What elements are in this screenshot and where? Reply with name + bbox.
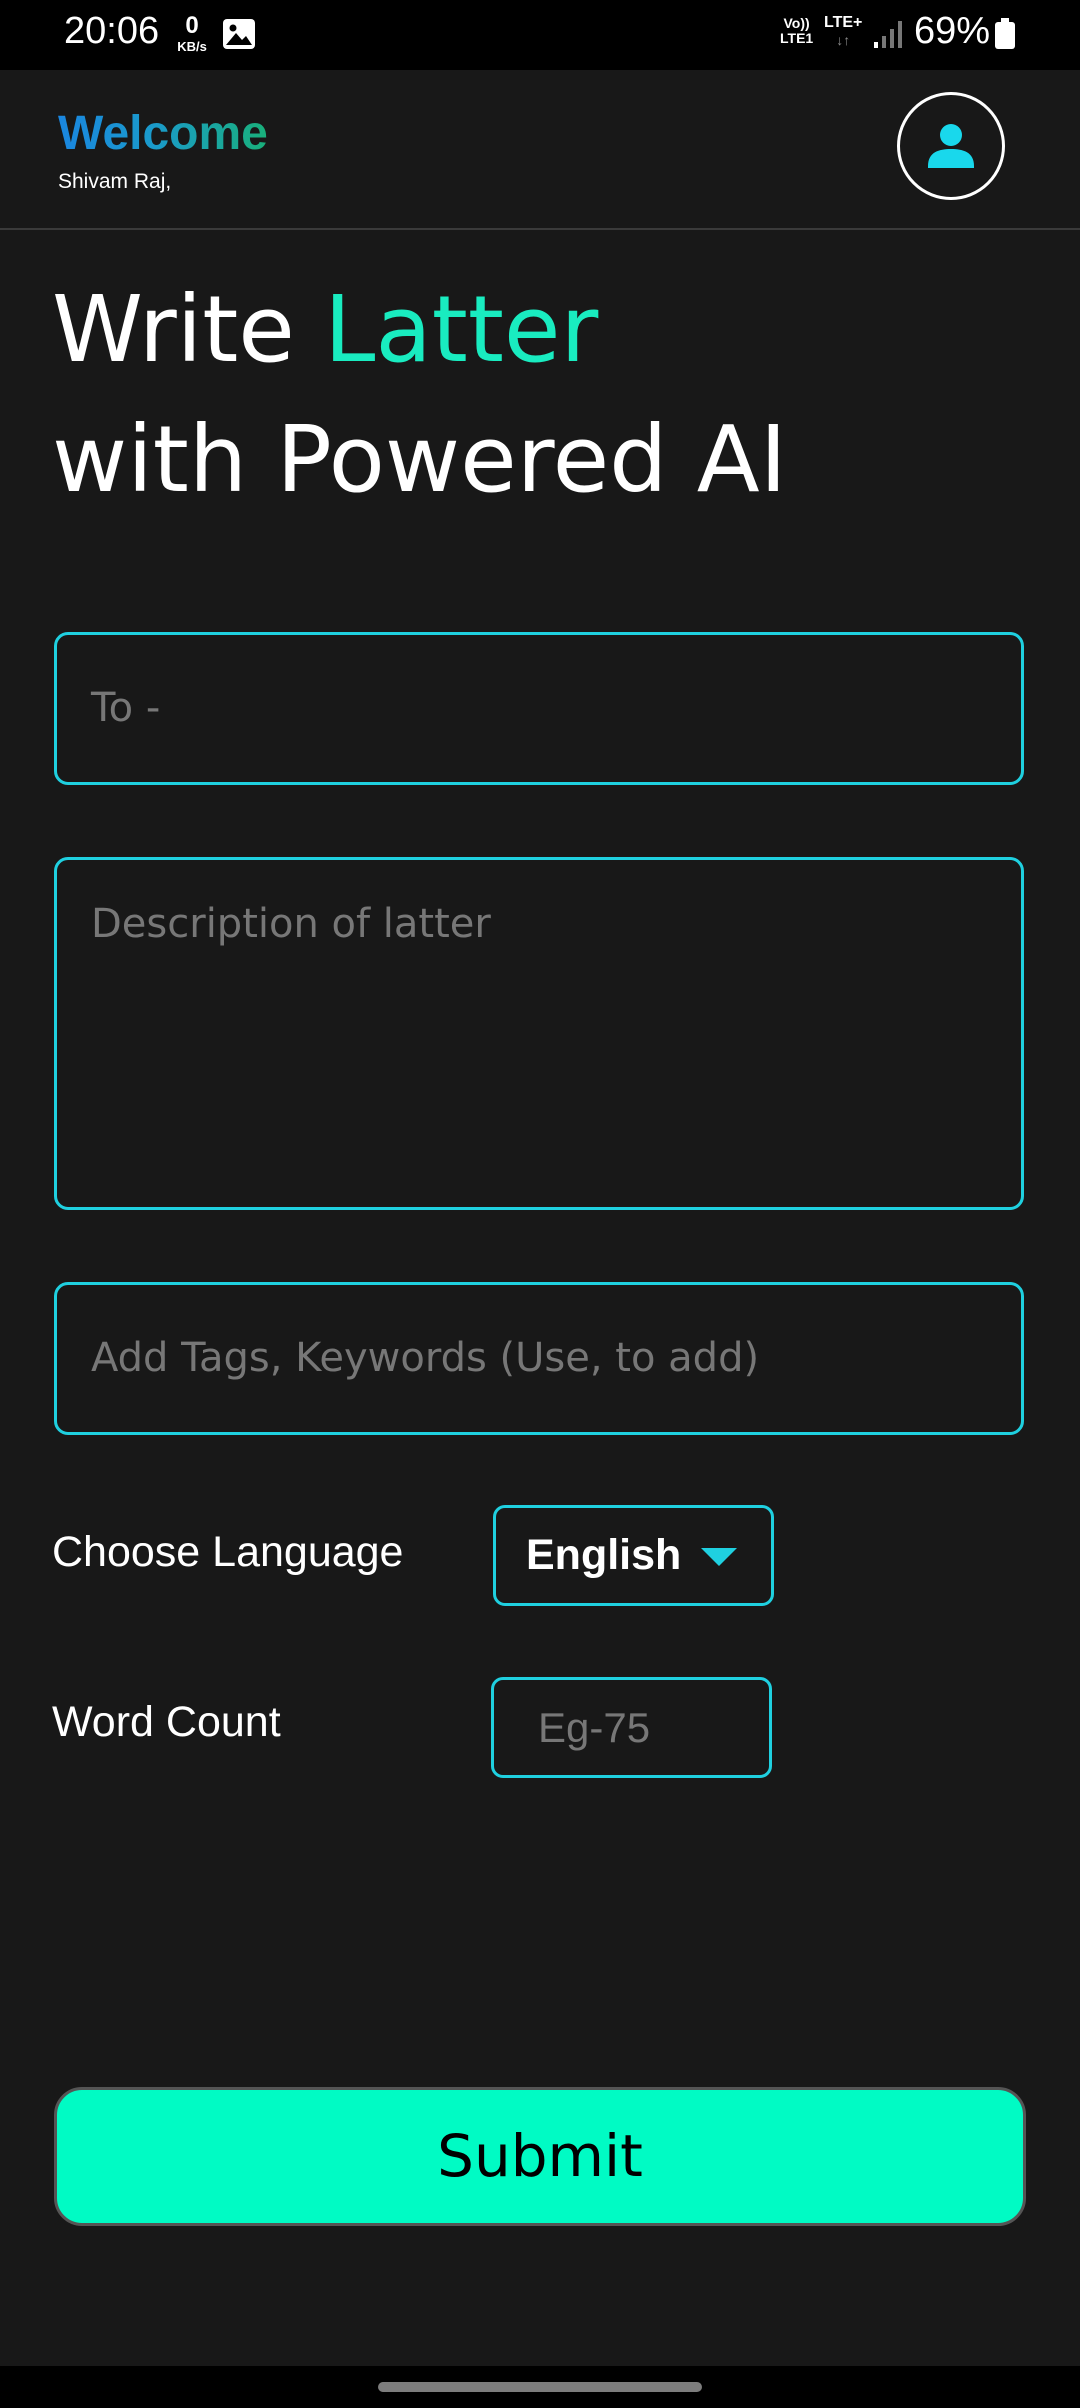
lte-indicator: LTE+ ↓↑: [824, 14, 862, 49]
battery-icon: [995, 18, 1015, 49]
data-arrows-icon: ↓↑: [836, 31, 851, 48]
language-dropdown[interactable]: English: [493, 1505, 774, 1606]
battery-percent: 69%: [914, 10, 991, 52]
page-title: Write Latter with Powered AI: [52, 265, 787, 525]
to-field[interactable]: To -: [54, 632, 1024, 785]
app-header: Welcome Shivam Raj,: [0, 70, 1080, 230]
submit-button[interactable]: Submit: [54, 2087, 1026, 2226]
volte-line2: LTE1: [780, 30, 814, 47]
description-field[interactable]: Description of latter: [54, 857, 1024, 1210]
chevron-down-icon: [701, 1548, 737, 1566]
volte-indicator: Vo)) LTE1: [780, 15, 814, 47]
title-line2: with Powered AI: [52, 406, 787, 513]
network-speed-value: 0: [185, 12, 199, 39]
username-label: Shivam Raj,: [58, 170, 172, 193]
profile-button[interactable]: [897, 92, 1005, 200]
gallery-icon: [223, 19, 255, 49]
signal-icon: [874, 21, 902, 48]
status-time: 20:06: [64, 10, 160, 52]
person-icon: [928, 124, 974, 168]
navigation-bar: [0, 2366, 1080, 2408]
word-count-label: Word Count: [52, 1698, 281, 1746]
title-prefix: Write: [52, 276, 325, 383]
volte-line1: Vo)): [783, 15, 810, 31]
language-selected: English: [526, 1531, 682, 1579]
status-bar: 20:06 0 KB/s Vo)) LTE1 LTE+ ↓↑ 69%: [0, 0, 1080, 70]
tags-field[interactable]: Add Tags, Keywords (Use, to add): [54, 1282, 1024, 1435]
welcome-title: Welcome: [58, 107, 268, 160]
title-accent: Latter: [324, 276, 599, 383]
network-speed-unit: KB/s: [177, 39, 207, 54]
word-count-field[interactable]: Eg-75: [491, 1677, 772, 1778]
language-label: Choose Language: [52, 1528, 404, 1576]
lte-label: LTE+: [824, 14, 863, 31]
home-gesture-handle[interactable]: [378, 2382, 702, 2392]
network-speed: 0 KB/s: [172, 12, 212, 54]
